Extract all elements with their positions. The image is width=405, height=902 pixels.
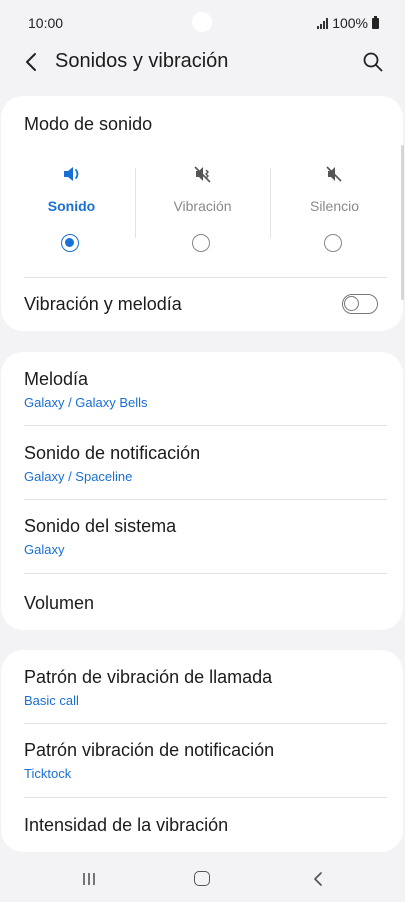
ringtone-label: Melodía (24, 369, 89, 389)
ringtone-value: Galaxy / Galaxy Bells (24, 395, 148, 410)
radio-vibration[interactable] (192, 234, 210, 252)
search-icon[interactable] (361, 50, 385, 74)
sound-mode-card: Modo de sonido Sonido Vibración Silencio… (1, 96, 403, 331)
volume-label: Volumen (24, 593, 95, 613)
mode-label-sound: Sonido (47, 198, 96, 214)
status-bar: 10:00 100% (0, 0, 405, 44)
speaker-icon (63, 167, 78, 181)
status-indicators: 100% (317, 15, 379, 31)
recents-icon[interactable] (80, 870, 98, 888)
vibration-melody-label: Vibración y melodía (24, 294, 182, 314)
page-title: Sonidos y vibración (55, 50, 229, 72)
battery-percent: 100% (332, 15, 368, 31)
divider (24, 499, 387, 500)
home-icon[interactable] (194, 871, 210, 886)
radio-silence[interactable] (324, 234, 342, 252)
radio-sound[interactable] (61, 234, 79, 252)
divider (24, 425, 387, 426)
vibrate-mute-icon (193, 166, 211, 183)
vibration-intensity-label: Intensidad de la vibración (24, 815, 229, 835)
status-time: 10:00 (28, 15, 64, 31)
mute-icon (325, 166, 342, 182)
sound-mode-title: Modo de sonido (24, 114, 153, 134)
divider (135, 168, 136, 238)
call-vibration-label: Patrón de vibración de llamada (24, 667, 273, 687)
mode-label-silence: Silencio (309, 198, 360, 214)
sounds-card: Melodía Galaxy / Galaxy Bells Sonido de … (1, 352, 403, 630)
mode-option-silence[interactable]: Silencio (269, 164, 400, 264)
notification-vibration-label: Patrón vibración de notificación (24, 740, 275, 760)
vibration-card: Patrón de vibración de llamada Basic cal… (1, 650, 403, 852)
scrollbar[interactable] (401, 145, 404, 300)
divider (24, 573, 387, 574)
notification-sound-value: Galaxy / Spaceline (24, 469, 133, 484)
divider (24, 797, 387, 798)
system-sound-value: Galaxy (24, 542, 65, 557)
notification-vibration-value: Ticktock (24, 766, 72, 781)
mode-option-sound[interactable]: Sonido (6, 164, 137, 264)
signal-icon (317, 17, 329, 29)
app-bar: Sonidos y vibración (0, 42, 405, 82)
system-sound-label: Sonido del sistema (24, 516, 177, 536)
battery-icon (372, 15, 379, 29)
camera-cutout (192, 12, 212, 32)
mode-label-vibration: Vibración (173, 198, 232, 214)
mode-option-vibration[interactable]: Vibración (137, 164, 268, 264)
back-arrow-icon[interactable] (22, 50, 42, 74)
navigation-bar (0, 858, 405, 902)
notification-sound-label: Sonido de notificación (24, 443, 201, 463)
call-vibration-value: Basic call (24, 693, 79, 708)
vibration-melody-toggle[interactable] (342, 294, 378, 314)
divider (24, 723, 387, 724)
nav-back-icon[interactable] (309, 870, 327, 888)
divider (24, 277, 387, 278)
